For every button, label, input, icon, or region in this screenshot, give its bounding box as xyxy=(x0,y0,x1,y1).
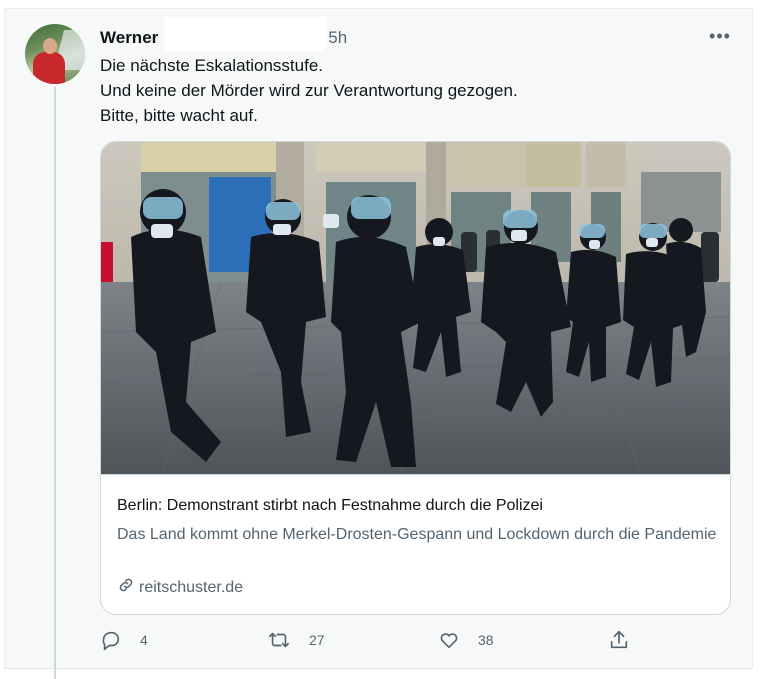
retweet-button[interactable]: 27 xyxy=(267,629,325,651)
more-options-button[interactable]: ••• xyxy=(708,24,732,48)
retweet-icon xyxy=(267,629,291,651)
tweet-header: Werner 5h xyxy=(100,17,347,51)
thread-line xyxy=(54,86,56,679)
retweet-count: 27 xyxy=(309,632,325,648)
redacted-handle xyxy=(164,17,327,51)
heart-icon xyxy=(438,629,460,651)
author-name[interactable]: Werner xyxy=(100,28,158,48)
more-horizontal-icon: ••• xyxy=(709,25,731,46)
tweet-actions: 4 27 38 xyxy=(100,629,640,655)
tweet-text-line: Und keine der Mörder wird zur Verantwort… xyxy=(100,81,518,100)
link-preview-card[interactable]: Berlin: Demonstrant stirbt nach Festnahm… xyxy=(100,141,731,615)
tweet-text: Die nächste Eskalationsstufe. Und keine … xyxy=(100,53,720,128)
card-image[interactable] xyxy=(101,142,730,475)
card-description: Das Land kommt ohne Merkel-Drosten-Gespa… xyxy=(117,526,717,543)
card-domain: reitschuster.de xyxy=(117,576,243,599)
reply-button[interactable]: 4 xyxy=(100,629,148,651)
tweet-text-line: Die nächste Eskalationsstufe. xyxy=(100,56,324,75)
like-button[interactable]: 38 xyxy=(438,629,494,651)
reply-icon xyxy=(100,629,122,651)
share-button[interactable] xyxy=(608,629,630,651)
like-count: 38 xyxy=(478,632,494,648)
tweet-text-line: Bitte, bitte wacht auf. xyxy=(100,106,258,125)
share-icon xyxy=(608,629,630,651)
avatar[interactable] xyxy=(25,24,85,84)
tweet-time[interactable]: 5h xyxy=(328,28,347,48)
card-title: Berlin: Demonstrant stirbt nach Festnahm… xyxy=(117,497,543,514)
link-icon xyxy=(117,576,139,599)
card-domain-text: reitschuster.de xyxy=(139,578,244,596)
next-tweet-edge xyxy=(4,668,753,679)
reply-count: 4 xyxy=(140,632,148,648)
